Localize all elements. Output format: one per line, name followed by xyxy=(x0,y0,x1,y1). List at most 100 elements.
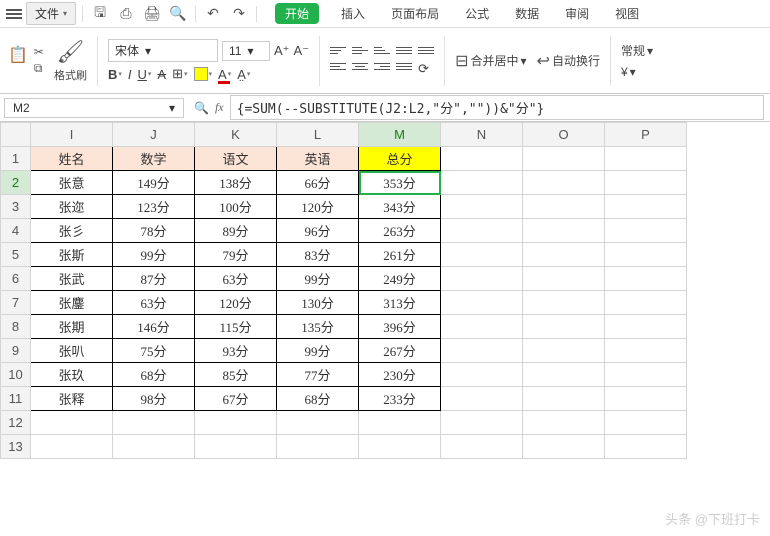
align-left-icon[interactable] xyxy=(330,61,346,73)
align-top-icon[interactable] xyxy=(330,45,346,57)
cell-J8[interactable]: 146分 xyxy=(113,315,195,339)
cell-N7[interactable] xyxy=(441,291,523,315)
print-icon[interactable]: 🖨 xyxy=(141,3,163,25)
cell-K13[interactable] xyxy=(195,435,277,459)
cell-J12[interactable] xyxy=(113,411,195,435)
cell-L2[interactable]: 66分 xyxy=(277,171,359,195)
strikethrough-button[interactable]: A xyxy=(157,67,166,82)
underline-button[interactable]: U▾ xyxy=(138,67,152,82)
cell-P2[interactable] xyxy=(605,171,687,195)
cell-K12[interactable] xyxy=(195,411,277,435)
cell-P6[interactable] xyxy=(605,267,687,291)
cell-P9[interactable] xyxy=(605,339,687,363)
indent-right-icon[interactable] xyxy=(418,45,434,57)
cell-I2[interactable]: 张意 xyxy=(31,171,113,195)
increase-font-icon[interactable]: A⁺ xyxy=(274,43,290,59)
font-size-select[interactable]: 11▾ xyxy=(222,41,270,61)
search-icon[interactable]: 🔍 xyxy=(194,101,209,115)
indent-left-icon[interactable] xyxy=(396,45,412,57)
cell-N3[interactable] xyxy=(441,195,523,219)
column-header-O[interactable]: O xyxy=(523,123,605,147)
cell-N5[interactable] xyxy=(441,243,523,267)
cell-L10[interactable]: 77分 xyxy=(277,363,359,387)
row-header-2[interactable]: 2 xyxy=(1,171,31,195)
name-box[interactable]: M2 ▾ xyxy=(4,98,184,118)
cell-M5[interactable]: 261分 xyxy=(359,243,441,267)
align-right-icon[interactable] xyxy=(374,61,390,73)
column-header-L[interactable]: L xyxy=(277,123,359,147)
cell-N11[interactable] xyxy=(441,387,523,411)
cell-O10[interactable] xyxy=(523,363,605,387)
cell-L12[interactable] xyxy=(277,411,359,435)
cell-K4[interactable]: 89分 xyxy=(195,219,277,243)
cell-I4[interactable]: 张彡 xyxy=(31,219,113,243)
fx-icon[interactable]: fx xyxy=(215,100,224,115)
cell-P7[interactable] xyxy=(605,291,687,315)
cell-N10[interactable] xyxy=(441,363,523,387)
column-header-K[interactable]: K xyxy=(195,123,277,147)
cell-L11[interactable]: 68分 xyxy=(277,387,359,411)
cell-L5[interactable]: 83分 xyxy=(277,243,359,267)
cell-N2[interactable] xyxy=(441,171,523,195)
tab-data[interactable]: 数据 xyxy=(511,3,543,24)
cell-L4[interactable]: 96分 xyxy=(277,219,359,243)
cell-K6[interactable]: 63分 xyxy=(195,267,277,291)
cell-L8[interactable]: 135分 xyxy=(277,315,359,339)
cell-I12[interactable] xyxy=(31,411,113,435)
bold-button[interactable]: B▾ xyxy=(108,67,122,82)
cell-J13[interactable] xyxy=(113,435,195,459)
menu-icon[interactable] xyxy=(6,9,22,19)
cell-J4[interactable]: 78分 xyxy=(113,219,195,243)
cell-P3[interactable] xyxy=(605,195,687,219)
cell-O8[interactable] xyxy=(523,315,605,339)
brush-icon[interactable]: 🖌 xyxy=(57,39,85,65)
cell-I10[interactable]: 张玖 xyxy=(31,363,113,387)
cell-L13[interactable] xyxy=(277,435,359,459)
cut-icon[interactable]: ✂ xyxy=(34,45,44,59)
cell-L3[interactable]: 120分 xyxy=(277,195,359,219)
cell-K8[interactable]: 115分 xyxy=(195,315,277,339)
cell-I1[interactable]: 姓名 xyxy=(31,147,113,171)
cell-N12[interactable] xyxy=(441,411,523,435)
formula-input[interactable]: {=SUM(--SUBSTITUTE(J2:L2,"分",""))&"分"} xyxy=(230,95,764,120)
cell-J7[interactable]: 63分 xyxy=(113,291,195,315)
cell-O9[interactable] xyxy=(523,339,605,363)
decrease-font-icon[interactable]: A⁻ xyxy=(294,43,310,59)
row-header-1[interactable]: 1 xyxy=(1,147,31,171)
cell-I13[interactable] xyxy=(31,435,113,459)
cell-J10[interactable]: 68分 xyxy=(113,363,195,387)
row-header-10[interactable]: 10 xyxy=(1,363,31,387)
row-header-13[interactable]: 13 xyxy=(1,435,31,459)
cell-P12[interactable] xyxy=(605,411,687,435)
cell-I7[interactable]: 张鏖 xyxy=(31,291,113,315)
tab-home[interactable]: 开始 xyxy=(275,3,319,24)
cell-O12[interactable] xyxy=(523,411,605,435)
row-header-11[interactable]: 11 xyxy=(1,387,31,411)
cell-P5[interactable] xyxy=(605,243,687,267)
cell-N8[interactable] xyxy=(441,315,523,339)
tab-page-layout[interactable]: 页面布局 xyxy=(387,3,443,24)
italic-button[interactable]: I xyxy=(128,67,132,82)
cell-M10[interactable]: 230分 xyxy=(359,363,441,387)
undo-icon[interactable]: ↶ xyxy=(202,3,224,25)
cell-M11[interactable]: 233分 xyxy=(359,387,441,411)
row-header-9[interactable]: 9 xyxy=(1,339,31,363)
align-middle-icon[interactable] xyxy=(352,45,368,57)
tab-formula[interactable]: 公式 xyxy=(461,3,493,24)
cell-M4[interactable]: 263分 xyxy=(359,219,441,243)
select-all-corner[interactable] xyxy=(1,123,31,147)
cell-P10[interactable] xyxy=(605,363,687,387)
column-header-I[interactable]: I xyxy=(31,123,113,147)
cell-M6[interactable]: 249分 xyxy=(359,267,441,291)
font-color-button[interactable]: A▾ xyxy=(218,67,231,82)
cell-J6[interactable]: 87分 xyxy=(113,267,195,291)
cell-N9[interactable] xyxy=(441,339,523,363)
number-format-select[interactable]: 常规▾ xyxy=(621,42,653,59)
cell-K3[interactable]: 100分 xyxy=(195,195,277,219)
cell-J9[interactable]: 75分 xyxy=(113,339,195,363)
cell-O2[interactable] xyxy=(523,171,605,195)
cell-O7[interactable] xyxy=(523,291,605,315)
cell-O3[interactable] xyxy=(523,195,605,219)
cell-O11[interactable] xyxy=(523,387,605,411)
file-menu[interactable]: 文件 ▾ xyxy=(26,2,76,25)
